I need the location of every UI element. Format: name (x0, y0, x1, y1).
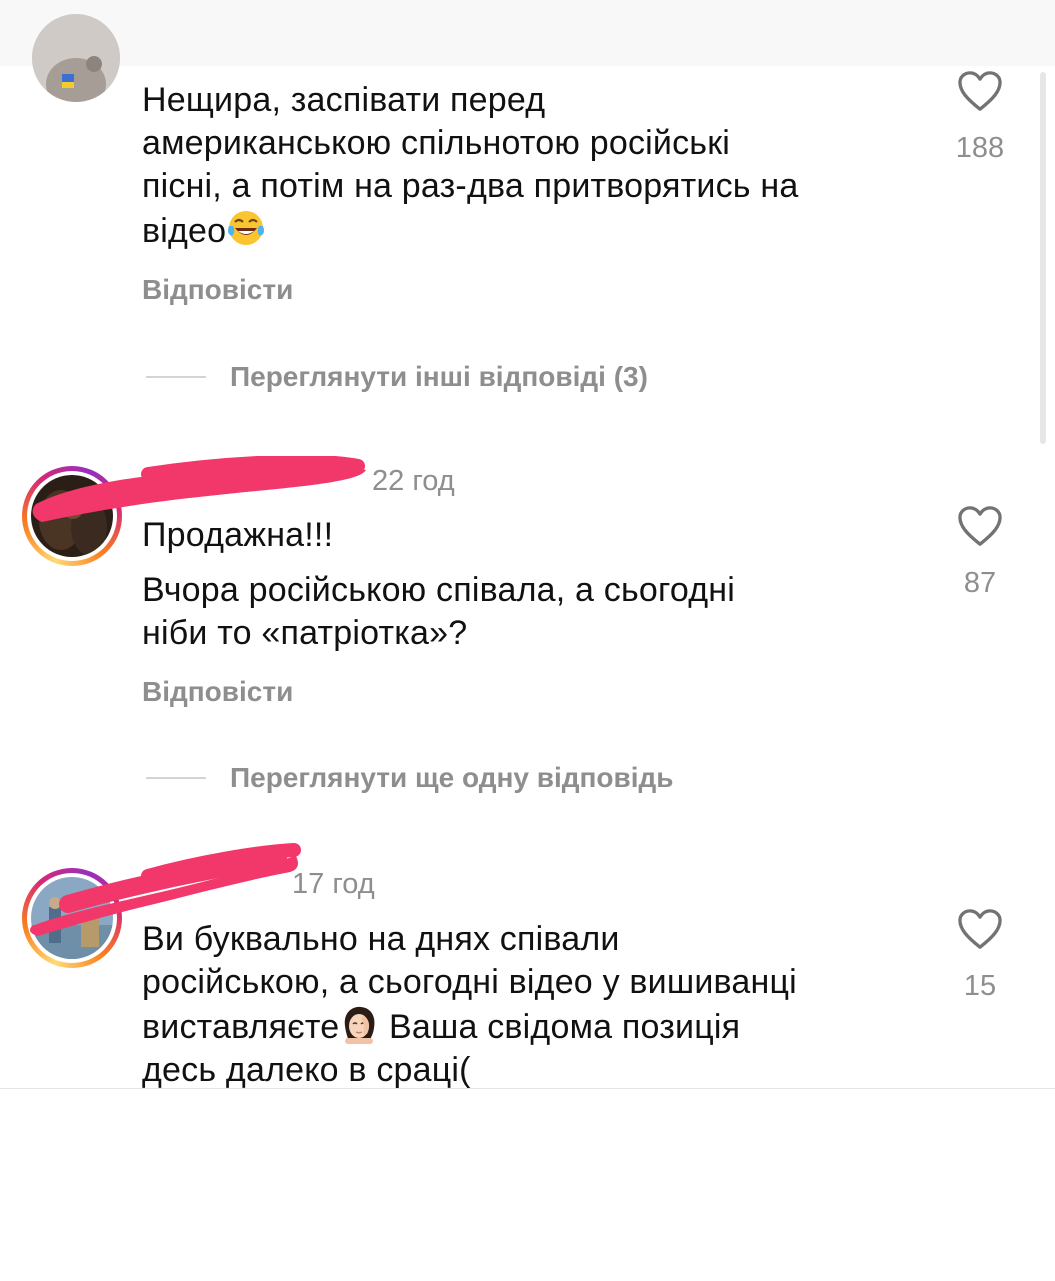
comment-time: 17 год (292, 868, 375, 900)
comment-line: Вчора російською співала, а сьогодні (142, 571, 735, 609)
comment-line: російською, а сьогодні відео у вишиванці (142, 963, 797, 1001)
heart-icon (958, 506, 1002, 546)
like-count: 15 (963, 970, 997, 1002)
comment-line: виставляєте (142, 1008, 340, 1046)
view-more-replies-label: Переглянути інші відповіді (3) (230, 361, 648, 392)
comment-text: Ви буквально на днях співали російською,… (142, 918, 912, 1092)
avatar-photo (32, 14, 120, 102)
avatar[interactable] (32, 14, 120, 102)
like-button[interactable]: 87 (940, 505, 1020, 600)
scrollbar[interactable] (1040, 72, 1046, 444)
thread-line (146, 777, 206, 779)
reply-button[interactable]: Відповісти (142, 274, 293, 306)
status-area (0, 0, 1055, 66)
comment-line: ніби то «патріотка»? (142, 614, 468, 652)
view-more-replies-button[interactable]: Переглянути ще одну відповідь (146, 758, 674, 798)
comment-line: Ваша свідома позиція (379, 1008, 741, 1046)
heart-icon (958, 71, 1002, 111)
like-count: 87 (963, 567, 997, 599)
like-button[interactable]: 188 (940, 70, 1020, 165)
like-button[interactable]: 15 (940, 908, 1020, 1003)
view-more-replies-label: Переглянути ще одну відповідь (230, 762, 674, 793)
heart-icon (958, 909, 1002, 949)
comment-line: Нещира, заспівати перед (142, 81, 546, 119)
comment-time: 22 год (372, 465, 455, 497)
blank-bottom-area (0, 1088, 1055, 1281)
comment-line: пісні, а потім на раз-два притворятись н… (142, 167, 799, 205)
redaction-scribble (30, 843, 301, 936)
thread-line (146, 376, 206, 378)
reply-button[interactable]: Відповісти (142, 676, 293, 708)
comment-line: американською спільнотою російські (142, 124, 731, 162)
view-more-replies-button[interactable]: Переглянути інші відповіді (3) (146, 357, 648, 397)
comment-line: десь далеко в сраці( (142, 1051, 471, 1089)
laughing-tears-emoji-icon (226, 208, 266, 248)
comment-text: Нещира, заспівати перед американською сп… (142, 79, 912, 253)
comment-line: відео (142, 212, 227, 250)
like-count: 188 (955, 132, 1005, 164)
redaction-scribble (32, 456, 366, 522)
facepalm-woman-emoji-icon (339, 1004, 379, 1044)
